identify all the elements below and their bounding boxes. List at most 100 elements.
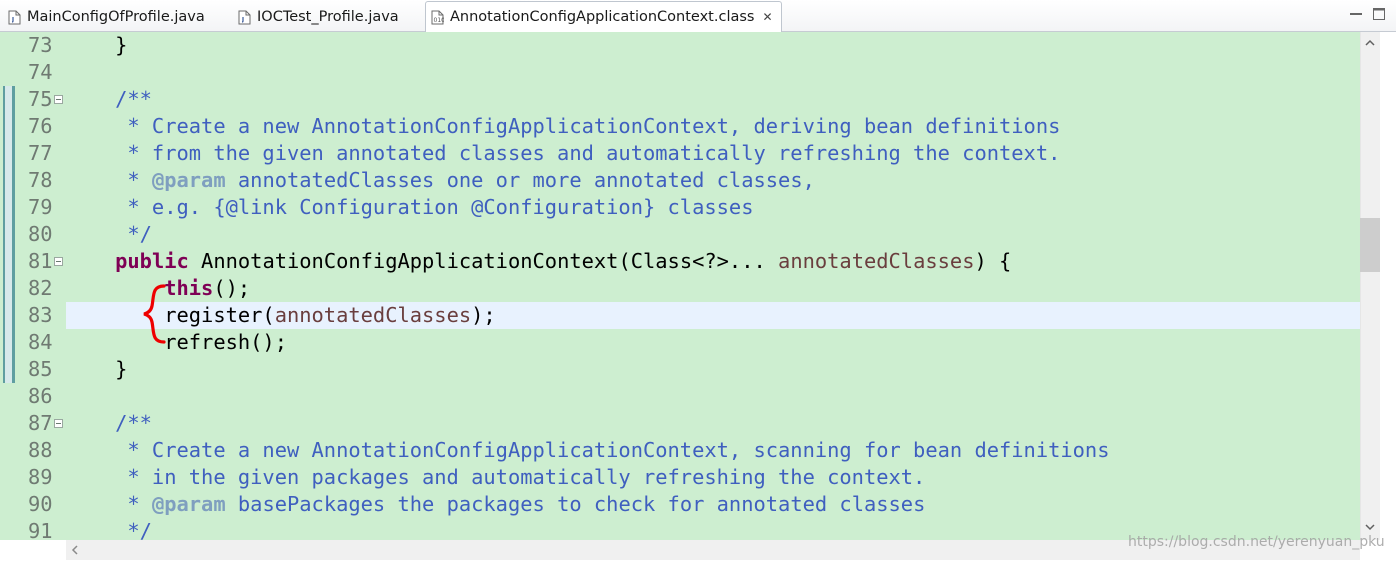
- code-token-jdoc: * Create a new AnnotationConfigApplicati…: [66, 114, 1061, 138]
- code-token-jdoc: * from the given annotated classes and a…: [66, 141, 1061, 165]
- tab-main-config-of-profile[interactable]: MainConfigOfProfile.java: [8, 2, 205, 32]
- line-number-text: 87: [28, 411, 53, 435]
- code-token-jdoc: * e.g. {@link Configuration @Configurati…: [66, 195, 754, 219]
- code-line[interactable]: [66, 59, 1360, 86]
- code-line[interactable]: [66, 383, 1360, 410]
- code-token-jdoc: basePackages the packages to check for a…: [225, 492, 926, 516]
- line-number-text: 73: [28, 33, 53, 57]
- line-number: 86: [16, 383, 66, 410]
- code-line[interactable]: /**: [66, 410, 1360, 437]
- code-token-param: annotatedClasses: [778, 249, 975, 273]
- fold-collapse-icon[interactable]: [54, 95, 63, 104]
- line-number: 84: [16, 329, 66, 356]
- java-file-icon: [8, 10, 21, 24]
- code-token-jdoc: */: [66, 519, 152, 540]
- line-number: 81: [16, 248, 66, 275]
- line-number: 80: [16, 221, 66, 248]
- code-token-param: annotatedClasses: [274, 303, 472, 327]
- line-number: 87: [16, 410, 66, 437]
- scroll-left-icon[interactable]: [68, 543, 82, 557]
- line-number: 74: [16, 59, 66, 86]
- code-token-jdoc: * Create a new AnnotationConfigApplicati…: [66, 438, 1110, 462]
- code-token-plain: );: [471, 303, 496, 327]
- line-number: 78: [16, 167, 66, 194]
- code-token-jdoc: annotatedClasses one or more annotated c…: [225, 168, 815, 192]
- code-token-plain: AnnotationConfigApplicationContext(Class…: [188, 249, 779, 273]
- code-line[interactable]: */: [66, 221, 1360, 248]
- line-number-text: 81: [28, 249, 53, 273]
- line-number-text: 85: [28, 357, 53, 381]
- minimize-icon[interactable]: [1347, 5, 1365, 23]
- code-line[interactable]: * in the given packages and automaticall…: [66, 464, 1360, 491]
- line-number-text: 90: [28, 492, 53, 516]
- code-token-kw: public: [115, 249, 189, 273]
- code-line[interactable]: }: [66, 32, 1360, 59]
- watermark-text: https://blog.csdn.net/yerenyuan_pku: [1128, 534, 1385, 550]
- code-token-plain: }: [66, 357, 128, 381]
- line-number-text: 74: [28, 60, 53, 84]
- line-number-text: 77: [28, 141, 53, 165]
- code-line-current[interactable]: register(annotatedClasses);: [66, 302, 1360, 329]
- line-number: 85: [16, 356, 66, 383]
- tab-label: AnnotationConfigApplicationContext.class: [450, 9, 755, 25]
- code-line[interactable]: /**: [66, 86, 1360, 113]
- line-number-text: 76: [28, 114, 53, 138]
- code-line[interactable]: this();: [66, 275, 1360, 302]
- quick-diff-ruler: [3, 86, 15, 383]
- line-number: 79: [16, 194, 66, 221]
- scroll-down-icon[interactable]: [1363, 520, 1377, 534]
- line-number-text: 79: [28, 195, 53, 219]
- code-token-jdoc: * in the given packages and automaticall…: [66, 465, 926, 489]
- code-editor[interactable]: 73 74 75 76 77 78 79 80 81 82 83 84 85 86 87 88 89 90 91 }…: [0, 32, 1360, 540]
- code-token-jdoc: */: [66, 222, 152, 246]
- line-number-text: 78: [28, 168, 53, 192]
- scroll-up-icon[interactable]: [1363, 36, 1377, 50]
- editor-corner: [0, 540, 66, 562]
- tab-label: IOCTest_Profile.java: [257, 9, 399, 25]
- code-token-plain: ();: [213, 276, 251, 300]
- line-number-text: 84: [28, 330, 53, 354]
- line-number-text: 83: [28, 303, 53, 327]
- line-number-text: 89: [28, 465, 53, 489]
- tab-annotation-config-application-context[interactable]: 010 AnnotationConfigApplicationContext.c…: [425, 1, 782, 32]
- line-number-text: 88: [28, 438, 53, 462]
- class-file-icon: 010: [431, 10, 444, 24]
- code-line[interactable]: public AnnotationConfigApplicationContex…: [66, 248, 1360, 275]
- line-number: 90: [16, 491, 66, 518]
- code-line[interactable]: * @param annotatedClasses one or more an…: [66, 167, 1360, 194]
- line-number: 88: [16, 437, 66, 464]
- code-line[interactable]: * from the given annotated classes and a…: [66, 140, 1360, 167]
- overview-ruler: [1380, 32, 1396, 562]
- code-token-jtag: @param: [151, 168, 226, 192]
- line-number-text: 75: [28, 87, 53, 111]
- code-token-jdoc: *: [66, 492, 152, 516]
- code-token-kw: this: [164, 276, 214, 300]
- code-area[interactable]: } /** * Create a new AnnotationConfigApp…: [66, 32, 1360, 540]
- vertical-scroll-thumb[interactable]: [1360, 218, 1380, 272]
- code-token-jtag: @param: [151, 492, 226, 516]
- code-token-plain: refresh();: [66, 330, 287, 354]
- fold-collapse-icon[interactable]: [54, 257, 63, 266]
- code-token-jdoc: *: [66, 168, 152, 192]
- code-token-plain: register(: [66, 303, 275, 327]
- close-tab-icon[interactable]: ✕: [762, 11, 772, 23]
- editor-tab-bar: MainConfigOfProfile.java IOCTest_Profile…: [0, 0, 1396, 32]
- code-token-plain: }: [66, 33, 128, 57]
- code-line[interactable]: * Create a new AnnotationConfigApplicati…: [66, 113, 1360, 140]
- fold-collapse-icon[interactable]: [54, 419, 63, 428]
- vertical-scrollbar[interactable]: [1360, 32, 1380, 540]
- code-line[interactable]: * @param basePackages the packages to ch…: [66, 491, 1360, 518]
- code-token-jdoc: /**: [66, 87, 152, 111]
- code-line[interactable]: }: [66, 356, 1360, 383]
- tab-ioctest-profile[interactable]: IOCTest_Profile.java: [238, 2, 399, 32]
- java-file-icon: [238, 10, 251, 24]
- code-line[interactable]: * e.g. {@link Configuration @Configurati…: [66, 194, 1360, 221]
- line-number-text: 82: [28, 276, 53, 300]
- maximize-icon[interactable]: [1370, 5, 1388, 23]
- code-token-jdoc: /**: [66, 411, 152, 435]
- line-number: 82: [16, 275, 66, 302]
- code-line[interactable]: refresh();: [66, 329, 1360, 356]
- code-line[interactable]: * Create a new AnnotationConfigApplicati…: [66, 437, 1360, 464]
- tab-label: MainConfigOfProfile.java: [27, 9, 205, 25]
